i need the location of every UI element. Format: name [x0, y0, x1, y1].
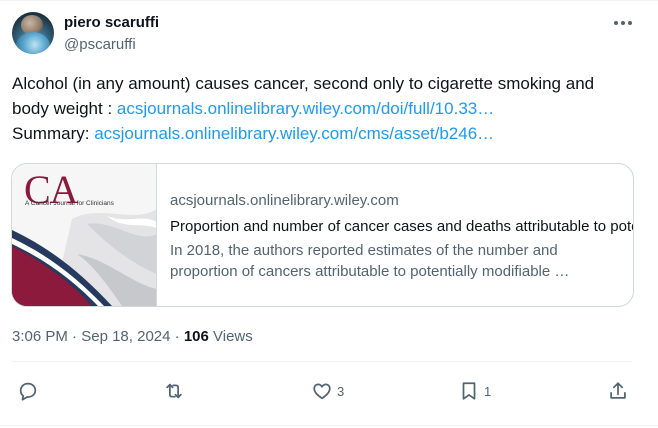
like-count: 3 — [337, 383, 345, 399]
tweet-summary-label: Summary: — [12, 124, 95, 143]
tweet-date[interactable]: Sep 18, 2024 — [81, 328, 170, 345]
bookmark-count: 1 — [484, 383, 492, 399]
tweet-time[interactable]: 3:06 PM — [12, 328, 68, 345]
tweet-link-summary[interactable]: acsjournals.onlinelibrary.wiley.com/cms/… — [94, 124, 494, 143]
card-info: acsjournals.onlinelibrary.wiley.com Prop… — [157, 164, 633, 306]
link-preview-card[interactable]: CA A Cancer Journal for Clinicians acsjo… — [11, 163, 634, 307]
tweet-text: Alcohol (in any amount) causes cancer, s… — [12, 71, 632, 146]
reply-button[interactable] — [17, 375, 43, 407]
card-title: Proportion and number of cancer cases an… — [170, 218, 633, 235]
card-thumbnail: CA A Cancer Journal for Clinicians — [12, 164, 157, 306]
more-options-button[interactable] — [606, 12, 640, 34]
retweet-button[interactable] — [163, 375, 189, 407]
card-description: In 2018, the authors reported estimates … — [170, 242, 570, 280]
reply-icon — [19, 382, 37, 401]
tweet-link-article[interactable]: acsjournals.onlinelibrary.wiley.com/doi/… — [117, 99, 494, 118]
avatar[interactable] — [12, 12, 54, 54]
avatar-body — [16, 32, 50, 54]
bookmark-icon — [462, 382, 476, 400]
top-divider — [0, 0, 658, 1]
more-dot-icon — [628, 21, 632, 25]
card-domain: acsjournals.onlinelibrary.wiley.com — [170, 192, 399, 209]
meta-separator: · — [67, 328, 82, 345]
share-icon — [610, 382, 626, 399]
share-button[interactable] — [607, 375, 629, 407]
author-handle[interactable]: @pscaruffi — [64, 36, 136, 53]
meta-separator: · — [170, 328, 184, 345]
bookmark-button[interactable]: 1 — [458, 375, 491, 407]
tweet-meta: 3:06 PM · Sep 18, 2024 · 106 Views — [12, 328, 253, 345]
card-logo-subtitle: A Cancer Journal for Clinicians — [25, 200, 114, 207]
tweet: piero scaruffi @pscaruffi Alcohol (in an… — [0, 0, 658, 428]
retweet-icon — [166, 383, 182, 399]
views-label: Views — [208, 328, 253, 345]
more-dot-icon — [621, 21, 625, 25]
heart-icon — [313, 383, 331, 400]
more-dot-icon — [614, 21, 618, 25]
like-button[interactable]: 3 — [311, 375, 344, 407]
tweet-actions: 3 1 — [0, 375, 658, 407]
author-display-name[interactable]: piero scaruffi — [64, 14, 159, 31]
actions-divider — [12, 361, 632, 362]
views-count: 106 — [183, 328, 209, 345]
bottom-divider — [0, 425, 658, 426]
